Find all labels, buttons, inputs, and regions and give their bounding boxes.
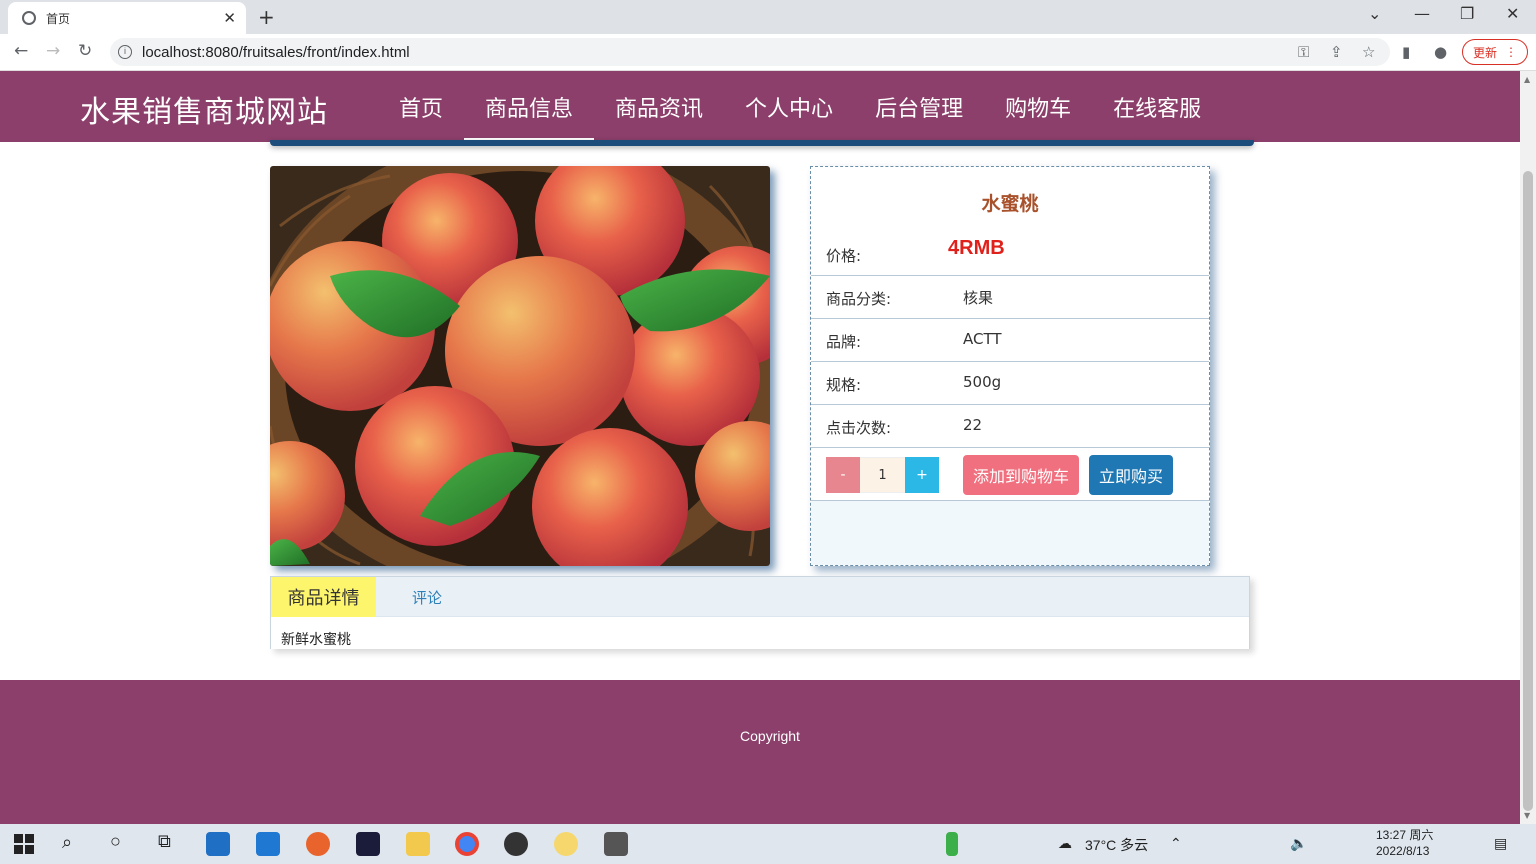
main-nav: 首页 商品信息 商品资讯 个人中心 后台管理 购物车 在线客服 <box>378 71 1222 142</box>
clock-date: 2022/8/13 <box>1376 844 1430 858</box>
app-avatar-icon[interactable] <box>504 832 528 856</box>
share-icon[interactable]: ⇪ <box>1330 43 1343 61</box>
category-row: 商品分类: 核果 <box>811 276 1209 319</box>
store-icon[interactable] <box>206 832 230 856</box>
quantity-input[interactable]: 1 <box>860 457 905 493</box>
add-to-cart-button[interactable]: 添加到购物车 <box>963 455 1079 495</box>
url-input[interactable]: i localhost:8080/fruitsales/front/index.… <box>110 38 1390 66</box>
brand-label: 品牌: <box>826 333 862 351</box>
weather-text[interactable]: 37°C 多云 <box>1085 835 1148 855</box>
weather-icon[interactable]: ☁ <box>1058 835 1072 852</box>
clicks-row: 点击次数: 22 <box>811 405 1209 448</box>
address-bar: ← → ↻ i localhost:8080/fruitsales/front/… <box>0 34 1536 71</box>
price-row: 价格: 4RMB <box>811 233 1209 276</box>
quantity-increase-button[interactable]: + <box>905 457 939 493</box>
task-view-icon[interactable]: ⧉ <box>158 831 171 852</box>
close-tab-icon[interactable]: ✕ <box>223 9 236 27</box>
mail-icon[interactable] <box>256 832 280 856</box>
clicks-value: 22 <box>963 416 983 434</box>
battery-icon[interactable] <box>946 832 958 856</box>
price-label: 价格: <box>826 247 862 265</box>
close-window-icon[interactable]: ✕ <box>1506 4 1519 23</box>
scroll-down-icon[interactable]: ▼ <box>1524 811 1530 820</box>
tab-title: 首页 <box>46 11 71 26</box>
panel-footer-area <box>811 500 1209 565</box>
intellij-icon[interactable] <box>356 832 380 856</box>
back-icon[interactable]: ← <box>14 41 28 61</box>
tab-comments[interactable]: 评论 <box>412 587 442 608</box>
new-tab-button[interactable]: + <box>258 5 275 29</box>
nav-news[interactable]: 商品资讯 <box>594 71 724 142</box>
site-title: 水果销售商城网站 <box>80 95 328 130</box>
scroll-thumb[interactable] <box>1523 171 1533 811</box>
url-text: localhost:8080/fruitsales/front/index.ht… <box>142 43 410 61</box>
site-info-icon[interactable]: i <box>118 45 132 59</box>
detail-tabs: 商品详情 评论 <box>271 577 1249 617</box>
app-fruit-icon[interactable] <box>554 832 578 856</box>
nav-profile[interactable]: 个人中心 <box>724 71 854 142</box>
quantity-stepper: - 1 + <box>826 457 939 493</box>
menu-dots-icon: ⋮ <box>1505 45 1517 59</box>
site-footer: Copyright <box>0 680 1520 824</box>
windows-start-icon[interactable] <box>12 832 36 856</box>
firefox-icon[interactable] <box>306 832 330 856</box>
page-scrollbar[interactable]: ▲ ▼ <box>1520 71 1536 824</box>
nav-products[interactable]: 商品信息 <box>464 71 595 142</box>
tab-product-detail[interactable]: 商品详情 <box>271 577 376 617</box>
clock-time: 13:27 周六 <box>1376 828 1434 842</box>
category-value: 核果 <box>963 289 994 307</box>
volume-icon[interactable]: 🔈 <box>1290 835 1307 852</box>
nav-cart[interactable]: 购物车 <box>984 71 1092 142</box>
category-label: 商品分类: <box>826 290 892 308</box>
forward-icon[interactable]: → <box>46 41 60 61</box>
restore-icon[interactable]: ❐ <box>1460 4 1474 23</box>
spec-row: 规格: 500g <box>811 362 1209 405</box>
app-tool-icon[interactable] <box>604 832 628 856</box>
bookmark-star-icon[interactable]: ☆ <box>1362 43 1375 61</box>
clicks-label: 点击次数: <box>826 419 892 437</box>
nav-admin[interactable]: 后台管理 <box>854 71 984 142</box>
notification-icon[interactable]: ▤ <box>1494 835 1507 852</box>
search-icon[interactable]: ⌕ <box>62 832 72 853</box>
update-label: 更新 <box>1472 45 1497 60</box>
copyright-text: Copyright <box>740 728 800 744</box>
windows-taskbar: ⌕ ○ ⧉ ☁ 37°C 多云 ⌃ 🔈 13:27 周六 2022/8/13 ▤ <box>0 824 1536 864</box>
spec-value: 500g <box>963 373 1002 391</box>
globe-icon <box>22 11 36 25</box>
key-icon[interactable]: ⚿ <box>1298 43 1309 61</box>
site-header: 水果销售商城网站 首页 商品信息 商品资讯 个人中心 后台管理 购物车 在线客服 <box>0 71 1520 142</box>
file-explorer-icon[interactable] <box>406 832 430 856</box>
scroll-up-icon[interactable]: ▲ <box>1524 75 1530 84</box>
brand-row: 品牌: ACTT <box>811 319 1209 362</box>
brand-value: ACTT <box>963 330 1002 348</box>
tab-search-icon[interactable]: ⌄ <box>1368 4 1381 23</box>
product-image <box>270 166 770 566</box>
buy-now-button[interactable]: 立即购买 <box>1089 455 1173 495</box>
reload-icon[interactable]: ↻ <box>78 41 92 61</box>
product-info-panel: 水蜜桃 价格: 4RMB 商品分类: 核果 品牌: ACTT 规格: 500g … <box>810 166 1210 566</box>
detail-description: 新鲜水蜜桃 <box>281 632 351 648</box>
price-value: 4RMB <box>948 237 1005 259</box>
browser-tab[interactable]: 首页 ✕ <box>8 2 246 34</box>
cortana-icon[interactable]: ○ <box>110 831 121 852</box>
quantity-decrease-button[interactable]: - <box>826 457 860 493</box>
sidepanel-icon[interactable]: ▮ <box>1402 43 1410 61</box>
browser-tabbar: 首页 ✕ + ⌄ — ❐ ✕ <box>0 0 1536 34</box>
spec-label: 规格: <box>826 376 862 394</box>
nav-support[interactable]: 在线客服 <box>1092 71 1222 142</box>
tray-expand-icon[interactable]: ⌃ <box>1170 835 1182 852</box>
update-button[interactable]: 更新 ⋮ <box>1462 39 1528 65</box>
header-divider <box>270 140 1254 146</box>
minimize-icon[interactable]: — <box>1414 4 1430 23</box>
product-detail-box: 商品详情 评论 新鲜水蜜桃 <box>270 576 1250 649</box>
chrome-icon[interactable] <box>455 832 479 856</box>
system-clock[interactable]: 13:27 周六 2022/8/13 <box>1376 827 1433 859</box>
nav-home[interactable]: 首页 <box>378 71 464 142</box>
product-name: 水蜜桃 <box>981 193 1039 215</box>
profile-icon[interactable]: ● <box>1434 43 1447 61</box>
